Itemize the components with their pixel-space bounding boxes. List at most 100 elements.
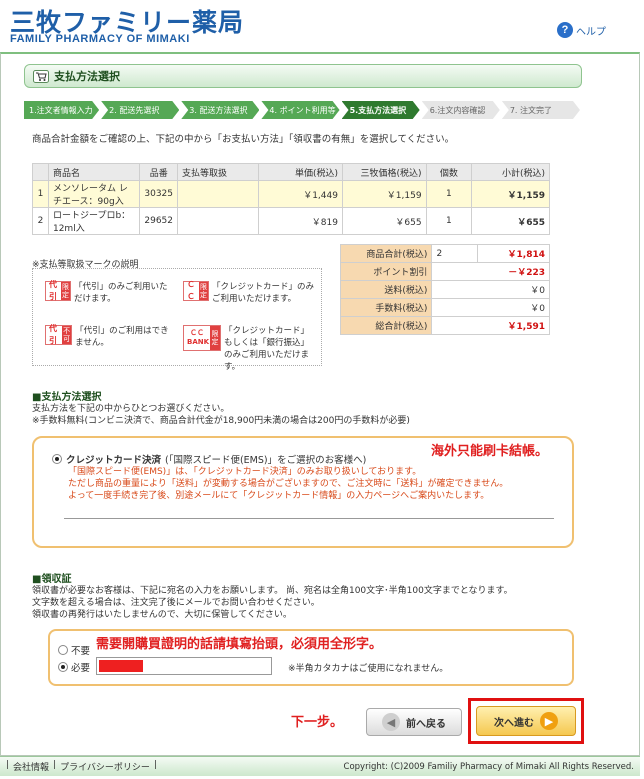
payment-instructions: 支払方法を下記の中からひとつお選びください。 ※手数料無料(コンビニ決済で、商品…	[32, 403, 410, 427]
step-5-active: 5.支払方法選択	[342, 101, 420, 119]
help-label[interactable]: ヘルプ	[576, 23, 606, 38]
step-label: 5.支払方法選択	[349, 105, 407, 115]
legend-cc-bank-only: ＣＣ BANK 限定 「クレジットカード」もしくは「銀行振込」のみご利用いただけま…	[183, 325, 317, 373]
receipt-annotation: 需要開購買證明的話請填寫抬頭，必須用全形字。	[96, 637, 383, 652]
shipping-value: ￥0	[431, 280, 550, 299]
grand-total-label: 総合計(税込)	[339, 316, 433, 335]
receipt-options-box: 需要開購買證明的話請填寫抬頭，必須用全形字。 不要 必要 ※半角カタカナはご使用…	[48, 629, 574, 686]
step-label: 2. 配送先選択	[109, 105, 160, 115]
copyright: Copyright: (C)2009 Familiy Pharmacy of M…	[343, 761, 634, 772]
receipt-needed-radio[interactable]	[58, 662, 68, 672]
step-2: 2. 配送先選択	[101, 101, 179, 119]
legend-cod-only: 代引 限定 「代引」のみご利用いただけます。	[45, 280, 175, 305]
totals-table: 商品合計(税込) 2 ￥1,814 ポイント割引 －￥223 送料(税込) ￥0…	[339, 244, 550, 335]
product-name[interactable]: メンソレータム レチエース：90g入	[47, 180, 141, 208]
table-header-row: 商品名 品番 支払等取扱 単価(税込) 三牧価格(税込) 個数 小計(税込)	[32, 163, 550, 181]
header: 三牧ファミリー薬局 FAMILY PHARMACY OF MIMAKI ? ヘル…	[0, 0, 644, 52]
receipt-name-input[interactable]	[96, 657, 272, 675]
step-label: 7. 注文完了	[509, 105, 553, 115]
legend-text: 「代引」のみご利用いただけます。	[74, 282, 168, 304]
receipt-not-needed-label: 不要	[71, 646, 91, 657]
company-info-link[interactable]: 会社情報	[13, 760, 49, 773]
arrow-left-icon: ◀	[382, 713, 400, 731]
credit-card-radio[interactable]	[52, 454, 62, 464]
receipt-not-needed-radio[interactable]	[58, 645, 68, 655]
col-header: 小計(税込)	[471, 163, 550, 181]
receipt-line-1: 領収書が必要なお客様は、下記に宛名の入力をお願いします。 尚、宛名は全角100文…	[32, 586, 513, 596]
badge-main: 代引	[49, 324, 57, 345]
mimaki-price: ￥655	[341, 207, 427, 235]
quantity: 1	[425, 207, 473, 235]
grand-total-row: 総合計(税込) ￥1,591	[339, 316, 550, 335]
footer-links: | 会社情報 | プライバシーポリシー |	[6, 760, 157, 773]
progress-steps: 1.注文者情報入力 2. 配送先選択 3. 配送方法選択 4. ポイント利用等 …	[24, 101, 582, 119]
receipt-line-2: 文字数を超える場合は、注文完了後にメールでお問い合わせください。	[32, 598, 320, 608]
shipping-row: 送料(税込) ￥0	[339, 280, 550, 299]
footer: | 会社情報 | プライバシーポリシー | Copyright: (C)2009…	[0, 756, 640, 776]
fee-label: 手数料(税込)	[339, 298, 433, 317]
mark-legend: 代引 限定 「代引」のみご利用いただけます。 ＣＣ 限定 「クレジットカード」のみご…	[32, 268, 322, 372]
payment-annotation: 海外只能刷卡結帳。	[431, 444, 549, 459]
back-button[interactable]: ◀ 前へ戻る	[366, 708, 462, 736]
point-discount-value: －￥223	[431, 262, 550, 281]
credit-card-label: クレジットカード決済	[66, 455, 162, 466]
badge-main: ＣＣ BANK	[187, 329, 210, 346]
point-discount-label: ポイント割引	[339, 262, 433, 281]
privacy-policy-link[interactable]: プライバシーポリシー	[60, 760, 150, 773]
col-header: 単価(税込)	[258, 163, 343, 181]
help-icon[interactable]: ?	[557, 22, 573, 38]
product-name[interactable]: ロートジープロb：12ml入	[47, 207, 141, 235]
intro-text: 商品合計金額をご確認の上、下記の中から「お支払い方法」「領収書の有無」を選択して…	[32, 134, 455, 145]
section-title: 支払方法選択	[54, 70, 120, 83]
payment-options-box: 海外只能刷卡結帳。 クレジットカード決済 (「国際スピード便(EMS)」をご選択の…	[32, 436, 574, 548]
arrow-right-icon: ▶	[540, 712, 558, 730]
step-label: 1.注文者情報入力	[29, 105, 93, 115]
ems-note-1: 「国際スピード便(EMS)」は、「クレジットカード決済」のみお取り扱いしておりま…	[68, 467, 422, 477]
credit-card-option[interactable]: クレジットカード決済 (「国際スピード便(EMS)」をご選択のお客様へ)	[52, 452, 366, 466]
col-header: 商品名	[47, 163, 141, 181]
receipt-kana-note: ※半角カタカナはご使用になれません。	[288, 664, 449, 674]
payment-line-1: 支払方法を下記の中からひとつお選びください。	[32, 404, 230, 414]
mimaki-price: ￥1,159	[341, 180, 427, 208]
legend-cc-only: ＣＣ 限定 「クレジットカード」のみご利用いただけます。	[183, 280, 317, 305]
step-6: 6.注文内容確認	[422, 101, 500, 119]
help-link[interactable]: ? ヘルプ	[557, 22, 606, 38]
separator: |	[153, 760, 157, 770]
logo-english[interactable]: FAMILY PHARMACY OF MIMAKI	[10, 33, 190, 45]
goods-total-value: ￥1,814	[477, 244, 550, 263]
order-items-table: 商品名 品番 支払等取扱 単価(税込) 三牧価格(税込) 個数 小計(税込) 1…	[32, 163, 550, 235]
col-header: 支払等取扱	[177, 163, 260, 181]
divider	[64, 518, 554, 519]
legend-text: 「クレジットカード」のみご利用いただけます。	[212, 282, 315, 304]
grand-total-value: ￥1,591	[431, 316, 550, 335]
table-row: 1 メンソレータム レチエース：90g入 30325 ￥1,449 ￥1,159…	[32, 180, 550, 208]
step-4: 4. ポイント利用等	[261, 101, 339, 119]
legend-cod-unavailable: 代引 不可 「代引」のご利用はできません。	[45, 324, 175, 349]
cc-only-badge-icon: ＣＣ 限定	[183, 280, 209, 301]
fee-value: ￥0	[431, 298, 550, 317]
cart-icon	[33, 69, 49, 83]
separator: |	[6, 760, 10, 770]
unit-price: ￥1,449	[258, 180, 343, 208]
step-label: 4. ポイント利用等	[269, 105, 336, 115]
payment-heading: ■支払方法選択	[32, 392, 102, 403]
receipt-not-needed-option[interactable]: 不要	[58, 643, 90, 657]
next-button[interactable]: 次へ進む ▶	[476, 706, 576, 736]
section-title-bar: 支払方法選択	[24, 64, 582, 88]
col-header: 個数	[425, 163, 473, 181]
col-no	[32, 163, 49, 181]
shipping-label: 送料(税込)	[339, 280, 433, 299]
badge-main: ＣＣ	[187, 280, 195, 301]
receipt-needed-option[interactable]: 必要	[58, 660, 90, 674]
badge-sub: 限定	[199, 282, 208, 300]
goods-total-row: 商品合計(税込) 2 ￥1,814	[339, 244, 550, 263]
payment-mark	[177, 207, 260, 235]
legend-text: 「代引」のご利用はできません。	[75, 326, 169, 348]
ems-note-3: よって一度手続き完了後、別途メールにて「クレジットカード情報」の入力ページへご案…	[68, 491, 490, 501]
cod-unavailable-badge-icon: 代引 不可	[45, 324, 73, 345]
step-7: 7. 注文完了	[502, 101, 580, 119]
step-1: 1.注文者情報入力	[24, 101, 99, 119]
step-label: 6.注文内容確認	[429, 105, 486, 115]
fee-row: 手数料(税込) ￥0	[339, 298, 550, 317]
next-annotation: 下一步。	[291, 715, 344, 730]
